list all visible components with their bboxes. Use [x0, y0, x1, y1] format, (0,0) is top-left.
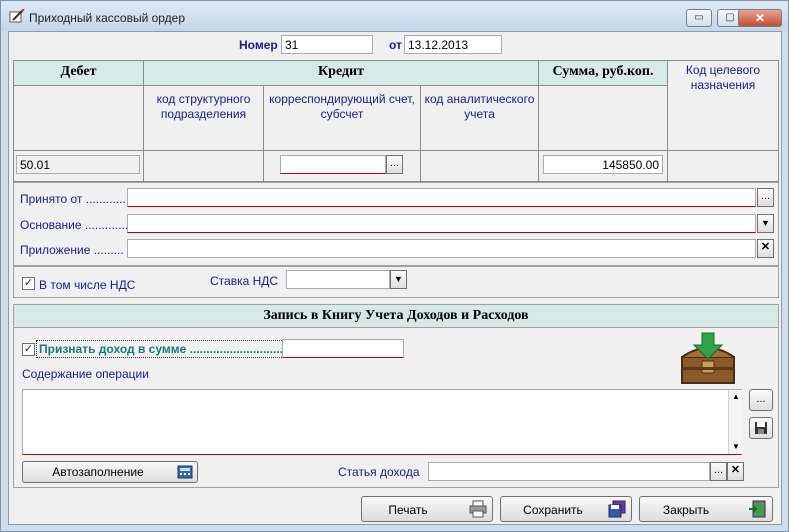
income-item-clear-button[interactable]: ✕ [727, 462, 744, 481]
vat-panel: ✓ В том числе НДС Ставка НДС ▼ [13, 266, 779, 298]
income-item-browse-button[interactable]: ... [710, 462, 727, 481]
vat-checkbox[interactable]: ✓ [22, 277, 35, 290]
vat-checkbox-label: В том числе НДС [39, 278, 136, 292]
sum-header: Сумма, руб.коп. [539, 61, 668, 86]
pencil-document-icon [9, 9, 25, 23]
vat-rate-select[interactable] [286, 270, 390, 289]
print-button[interactable]: Печать [361, 496, 493, 522]
accounting-table: Дебет Кредит Сумма, руб.коп. Код целевог… [13, 60, 779, 182]
basis-label: Основание .............. [20, 218, 132, 232]
corr-account-header: корреспондирующий счет, субсчет [264, 86, 421, 151]
income-item-label: Статья дохода [338, 465, 420, 479]
sum-value-cell: 145850.00 [539, 151, 668, 182]
calculator-icon [177, 465, 193, 479]
received-from-browse-button[interactable]: ... [757, 188, 774, 207]
vat-rate-label: Ставка НДС [210, 274, 279, 288]
close-button[interactable]: Закрыть [639, 496, 773, 522]
recognize-income-amount-input[interactable] [282, 339, 404, 358]
target-code-header: Код целевого назначения [668, 61, 779, 151]
debit-sub-cell [14, 86, 144, 151]
basis-dropdown-button[interactable]: ▼ [757, 214, 774, 233]
sum-input[interactable]: 145850.00 [543, 155, 663, 174]
corr-account-input[interactable] [280, 155, 386, 174]
number-label: Номер [239, 38, 278, 52]
printer-icon [469, 500, 487, 518]
analytic-code-value-cell [421, 151, 539, 182]
target-code-value-cell [668, 151, 779, 182]
form-body: Номер 31 от 13.12.2013 Дебет Кредит Сумм… [8, 31, 782, 525]
income-item-input[interactable] [428, 462, 710, 481]
save-button-label: Сохранить [523, 503, 583, 517]
operation-save-button[interactable] [749, 417, 773, 439]
attachment-input[interactable] [127, 239, 756, 258]
credit-header: Кредит [144, 61, 539, 86]
debit-value-cell: 50.01 [14, 151, 144, 182]
minimize-button[interactable]: ▭ [686, 9, 712, 27]
exit-door-icon [749, 500, 766, 518]
print-button-label: Печать [388, 503, 428, 517]
payer-details-panel: Принято от ............ ... Основание ..… [13, 182, 779, 266]
attachment-label: Приложение ......... [20, 243, 124, 257]
number-input[interactable]: 31 [281, 35, 373, 54]
window-title: Приходный кассовый ордер [29, 11, 186, 25]
struct-unit-value-cell [144, 151, 264, 182]
debit-account-input[interactable]: 50.01 [16, 155, 140, 174]
operation-content-scrollbar[interactable]: ▲ ▼ [728, 390, 742, 454]
received-from-label: Принято от ............ [20, 192, 126, 206]
title-bar[interactable]: Приходный кассовый ордер ▭ ▢ ✕ [1, 1, 788, 31]
corr-account-value-cell: ... [264, 151, 421, 182]
floppy-disk-icon [755, 422, 767, 434]
corr-account-browse-button[interactable]: ... [386, 155, 403, 174]
recognize-income-checkbox[interactable]: ✓ [22, 343, 35, 356]
attachment-clear-button[interactable]: ✕ [757, 239, 774, 258]
analytic-code-header: код аналитического учета [421, 86, 539, 151]
vat-rate-dropdown-button[interactable]: ▼ [390, 270, 407, 289]
recognize-income-label: Признать доход в сумме .................… [36, 340, 286, 358]
cash-receipt-order-window: Приходный кассовый ордер ▭ ▢ ✕ Номер 31 … [0, 0, 789, 532]
struct-unit-header: код структурного подразделения [144, 86, 264, 151]
save-button[interactable]: Сохранить [500, 496, 632, 522]
autofill-button[interactable]: Автозаполнение [22, 461, 198, 483]
operation-content-label: Содержание операции [22, 367, 149, 381]
received-from-input[interactable] [127, 188, 756, 207]
basis-input[interactable] [127, 214, 756, 233]
scroll-down-icon[interactable]: ▼ [732, 442, 740, 451]
treasure-chest-icon [681, 332, 735, 384]
ledger-title: Запись в Книгу Учета Доходов и Расходов [14, 305, 778, 328]
date-input[interactable]: 13.12.2013 [404, 35, 502, 54]
operation-content-textarea[interactable] [22, 389, 742, 455]
autofill-button-label: Автозаполнение [52, 465, 144, 479]
scroll-up-icon[interactable]: ▲ [732, 392, 740, 401]
close-button-label: Закрыть [662, 503, 710, 517]
sum-sub-cell [539, 86, 668, 151]
debit-header: Дебет [14, 61, 144, 86]
date-label: от [389, 38, 402, 52]
ledger-panel: Запись в Книгу Учета Доходов и Расходов … [13, 304, 779, 488]
operation-browse-button[interactable]: ... [749, 389, 773, 411]
save-disks-icon [608, 500, 626, 518]
close-window-button[interactable]: ✕ [738, 9, 782, 27]
